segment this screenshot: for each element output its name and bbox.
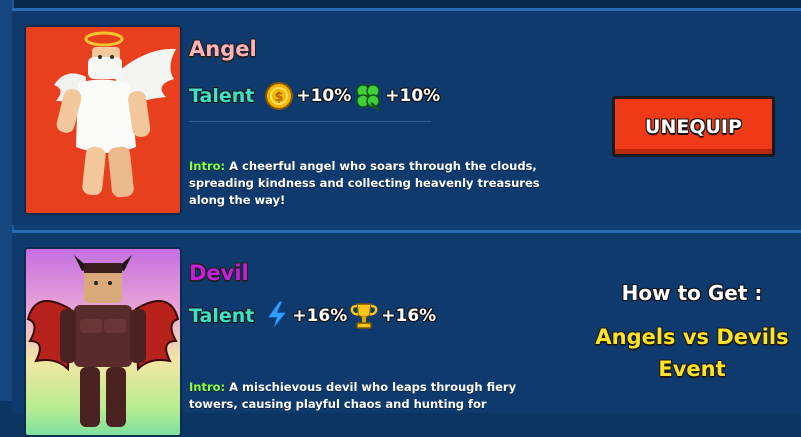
devil-avatar-image <box>26 255 180 427</box>
intro-label: Intro: <box>189 159 226 173</box>
character-intro: Intro: A cheerful angel who soars throug… <box>189 158 549 209</box>
clover-icon <box>356 84 381 111</box>
stat-lightning: +16% <box>264 300 347 332</box>
stat-value: +16% <box>292 306 348 326</box>
talent-label: Talent <box>189 305 255 327</box>
intro-text: A cheerful angel who soars through the c… <box>189 159 540 207</box>
divider <box>189 121 431 122</box>
character-list-panel: Angel Talent $ +10% +10% Intro: A cheerf… <box>0 0 801 437</box>
character-name: Angel <box>189 37 257 61</box>
stat-value: +16% <box>381 306 437 326</box>
svg-text:$: $ <box>275 90 284 105</box>
unequip-button[interactable]: UNEQUIP <box>612 96 775 157</box>
character-name: Devil <box>189 261 249 285</box>
stat-coin: $ +10% <box>264 81 351 111</box>
character-intro: Intro: A mischievous devil who leaps thr… <box>189 379 549 413</box>
angel-portrait <box>24 25 182 215</box>
event-line-1: Angels vs Devils <box>595 325 789 349</box>
intro-label: Intro: <box>189 380 226 394</box>
devil-portrait <box>24 247 182 437</box>
stat-clover: +10% <box>353 81 440 111</box>
talent-row: Talent +16% +16% <box>189 299 438 333</box>
stat-trophy: +16% <box>349 301 436 331</box>
event-name: Angels vs Devils Event <box>567 321 801 385</box>
character-card-angel: Angel Talent $ +10% +10% Intro: A cheerf… <box>12 8 801 225</box>
lightning-icon <box>265 300 289 332</box>
how-to-get-label: How to Get : <box>621 281 763 305</box>
coin-icon: $ <box>265 82 294 110</box>
intro-text: A mischievous devil who leaps through fi… <box>189 380 517 411</box>
stat-value: +10% <box>296 86 352 106</box>
character-card-devil: Devil Talent +16% +16% Intro: A mischiev… <box>12 230 801 437</box>
stat-value: +10% <box>385 86 441 106</box>
angel-avatar-image <box>54 31 176 198</box>
event-line-2: Event <box>658 357 726 381</box>
trophy-icon <box>350 303 378 329</box>
talent-label: Talent <box>189 85 255 107</box>
talent-row: Talent $ +10% +10% <box>189 79 442 113</box>
